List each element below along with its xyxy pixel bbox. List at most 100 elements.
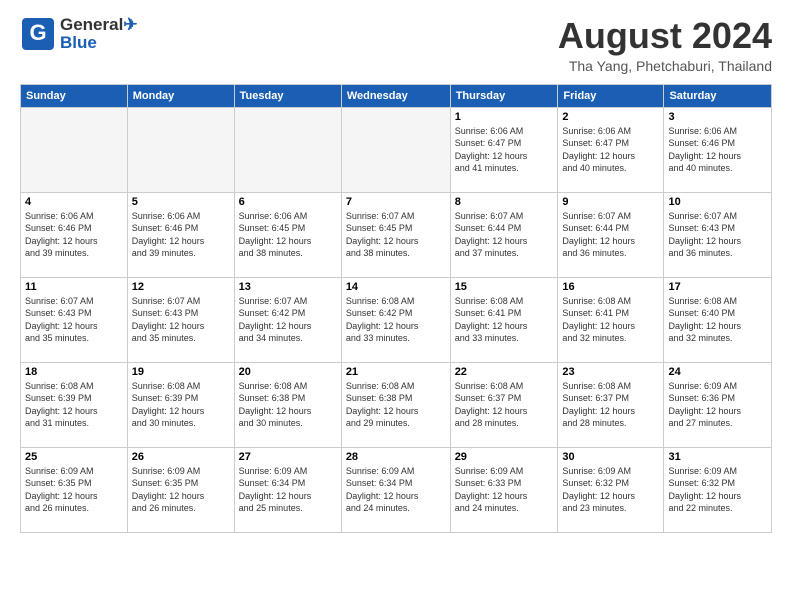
col-sunday: Sunday bbox=[21, 84, 128, 107]
logo-icon: G bbox=[20, 16, 56, 52]
day-info: Sunrise: 6:07 AM Sunset: 6:44 PM Dayligh… bbox=[455, 210, 554, 260]
calendar-cell bbox=[127, 107, 234, 192]
day-info: Sunrise: 6:06 AM Sunset: 6:46 PM Dayligh… bbox=[132, 210, 230, 260]
day-number: 13 bbox=[239, 281, 337, 293]
day-info: Sunrise: 6:08 AM Sunset: 6:42 PM Dayligh… bbox=[346, 295, 446, 345]
day-number: 1 bbox=[455, 111, 554, 123]
month-title: August 2024 bbox=[558, 16, 772, 56]
day-number: 5 bbox=[132, 196, 230, 208]
col-saturday: Saturday bbox=[664, 84, 772, 107]
calendar-cell: 26Sunrise: 6:09 AM Sunset: 6:35 PM Dayli… bbox=[127, 447, 234, 532]
day-info: Sunrise: 6:07 AM Sunset: 6:43 PM Dayligh… bbox=[132, 295, 230, 345]
calendar-cell: 3 Sunrise: 6:06 AM Sunset: 6:46 PM Daylig… bbox=[664, 107, 772, 192]
calendar-cell: 14Sunrise: 6:08 AM Sunset: 6:42 PM Dayli… bbox=[341, 277, 450, 362]
day-number: 21 bbox=[346, 366, 446, 378]
col-monday: Monday bbox=[127, 84, 234, 107]
day-number: 11 bbox=[25, 281, 123, 293]
calendar-cell: 4Sunrise: 6:06 AM Sunset: 6:46 PM Daylig… bbox=[21, 192, 128, 277]
day-info: Sunrise: 6:09 AM Sunset: 6:34 PM Dayligh… bbox=[346, 465, 446, 515]
day-number: 29 bbox=[455, 451, 554, 463]
day-number: 10 bbox=[668, 196, 767, 208]
day-number: 24 bbox=[668, 366, 767, 378]
day-info: Sunrise: 6:08 AM Sunset: 6:40 PM Dayligh… bbox=[668, 295, 767, 345]
day-number: 16 bbox=[562, 281, 659, 293]
calendar-table: Sunday Monday Tuesday Wednesday Thursday… bbox=[20, 84, 772, 533]
logo-general: General bbox=[60, 15, 123, 34]
day-info: Sunrise: 6:08 AM Sunset: 6:41 PM Dayligh… bbox=[562, 295, 659, 345]
calendar-cell: 27 Sunrise: 6:09 AM Sunset: 6:34 PM Dayli… bbox=[234, 447, 341, 532]
day-number: 6 bbox=[239, 196, 337, 208]
calendar-header-row: Sunday Monday Tuesday Wednesday Thursday… bbox=[21, 84, 772, 107]
svg-text:G: G bbox=[29, 20, 46, 45]
calendar-cell bbox=[341, 107, 450, 192]
day-info: Sunrise: 6:07 AM Sunset: 6:45 PM Dayligh… bbox=[346, 210, 446, 260]
day-info: Sunrise: 6:08 AM Sunset: 6:38 PM Dayligh… bbox=[346, 380, 446, 430]
day-number: 12 bbox=[132, 281, 230, 293]
calendar-cell: 1Sunrise: 6:06 AM Sunset: 6:47 PM Daylig… bbox=[450, 107, 558, 192]
calendar-cell: 23 Sunrise: 6:08 AM Sunset: 6:37 PM Dayli… bbox=[558, 362, 664, 447]
day-info: Sunrise: 6:08 AM Sunset: 6:38 PM Dayligh… bbox=[239, 380, 337, 430]
day-number: 22 bbox=[455, 366, 554, 378]
calendar-cell: 21 Sunrise: 6:08 AM Sunset: 6:38 PM Dayli… bbox=[341, 362, 450, 447]
col-friday: Friday bbox=[558, 84, 664, 107]
calendar-cell: 25Sunrise: 6:09 AM Sunset: 6:35 PM Dayli… bbox=[21, 447, 128, 532]
day-number: 9 bbox=[562, 196, 659, 208]
day-info: Sunrise: 6:09 AM Sunset: 6:32 PM Dayligh… bbox=[562, 465, 659, 515]
day-number: 27 bbox=[239, 451, 337, 463]
calendar-cell bbox=[234, 107, 341, 192]
location: Tha Yang, Phetchaburi, Thailand bbox=[558, 58, 772, 74]
day-info: Sunrise: 6:07 AM Sunset: 6:42 PM Dayligh… bbox=[239, 295, 337, 345]
day-number: 7 bbox=[346, 196, 446, 208]
calendar-cell: 9 Sunrise: 6:07 AM Sunset: 6:44 PM Daylig… bbox=[558, 192, 664, 277]
day-number: 25 bbox=[25, 451, 123, 463]
day-number: 30 bbox=[562, 451, 659, 463]
day-number: 28 bbox=[346, 451, 446, 463]
page: G General✈ Blue August 2024 Tha Yang, Ph… bbox=[0, 0, 792, 612]
calendar-cell: 11 Sunrise: 6:07 AM Sunset: 6:43 PM Dayli… bbox=[21, 277, 128, 362]
day-info: Sunrise: 6:07 AM Sunset: 6:44 PM Dayligh… bbox=[562, 210, 659, 260]
day-number: 20 bbox=[239, 366, 337, 378]
calendar-cell: 15Sunrise: 6:08 AM Sunset: 6:41 PM Dayli… bbox=[450, 277, 558, 362]
calendar-cell: 31 Sunrise: 6:09 AM Sunset: 6:32 PM Dayli… bbox=[664, 447, 772, 532]
day-number: 23 bbox=[562, 366, 659, 378]
day-info: Sunrise: 6:09 AM Sunset: 6:34 PM Dayligh… bbox=[239, 465, 337, 515]
day-info: Sunrise: 6:08 AM Sunset: 6:39 PM Dayligh… bbox=[132, 380, 230, 430]
day-info: Sunrise: 6:09 AM Sunset: 6:33 PM Dayligh… bbox=[455, 465, 554, 515]
day-number: 31 bbox=[668, 451, 767, 463]
calendar-cell: 16 Sunrise: 6:08 AM Sunset: 6:41 PM Dayli… bbox=[558, 277, 664, 362]
day-info: Sunrise: 6:09 AM Sunset: 6:32 PM Dayligh… bbox=[668, 465, 767, 515]
calendar-week-row: 11 Sunrise: 6:07 AM Sunset: 6:43 PM Dayli… bbox=[21, 277, 772, 362]
day-info: Sunrise: 6:06 AM Sunset: 6:46 PM Dayligh… bbox=[25, 210, 123, 260]
day-number: 15 bbox=[455, 281, 554, 293]
day-info: Sunrise: 6:06 AM Sunset: 6:46 PM Dayligh… bbox=[668, 125, 767, 175]
calendar-cell: 19 Sunrise: 6:08 AM Sunset: 6:39 PM Dayli… bbox=[127, 362, 234, 447]
day-info: Sunrise: 6:06 AM Sunset: 6:47 PM Dayligh… bbox=[562, 125, 659, 175]
calendar-cell: 2 Sunrise: 6:06 AM Sunset: 6:47 PM Daylig… bbox=[558, 107, 664, 192]
calendar-cell: 13 Sunrise: 6:07 AM Sunset: 6:42 PM Dayli… bbox=[234, 277, 341, 362]
day-number: 26 bbox=[132, 451, 230, 463]
calendar-cell: 29 Sunrise: 6:09 AM Sunset: 6:33 PM Dayli… bbox=[450, 447, 558, 532]
calendar-week-row: 1 Sunrise: 6:06 AM Sunset: 6:47 PM Daylig… bbox=[21, 107, 772, 192]
day-info: Sunrise: 6:06 AM Sunset: 6:45 PM Dayligh… bbox=[239, 210, 337, 260]
calendar-week-row: 25Sunrise: 6:09 AM Sunset: 6:35 PM Dayli… bbox=[21, 447, 772, 532]
calendar-week-row: 18Sunrise: 6:08 AM Sunset: 6:39 PM Dayli… bbox=[21, 362, 772, 447]
calendar-cell: 28 Sunrise: 6:09 AM Sunset: 6:34 PM Dayli… bbox=[341, 447, 450, 532]
title-block: August 2024 Tha Yang, Phetchaburi, Thail… bbox=[558, 16, 772, 74]
day-info: Sunrise: 6:09 AM Sunset: 6:36 PM Dayligh… bbox=[668, 380, 767, 430]
day-number: 17 bbox=[668, 281, 767, 293]
calendar-cell bbox=[21, 107, 128, 192]
calendar-cell: 30 Sunrise: 6:09 AM Sunset: 6:32 PM Dayli… bbox=[558, 447, 664, 532]
day-number: 2 bbox=[562, 111, 659, 123]
day-info: Sunrise: 6:08 AM Sunset: 6:37 PM Dayligh… bbox=[562, 380, 659, 430]
col-wednesday: Wednesday bbox=[341, 84, 450, 107]
col-thursday: Thursday bbox=[450, 84, 558, 107]
day-number: 3 bbox=[668, 111, 767, 123]
day-info: Sunrise: 6:07 AM Sunset: 6:43 PM Dayligh… bbox=[25, 295, 123, 345]
calendar-cell: 10 Sunrise: 6:07 AM Sunset: 6:43 PM Dayli… bbox=[664, 192, 772, 277]
day-info: Sunrise: 6:07 AM Sunset: 6:43 PM Dayligh… bbox=[668, 210, 767, 260]
day-number: 19 bbox=[132, 366, 230, 378]
calendar-cell: 12 Sunrise: 6:07 AM Sunset: 6:43 PM Dayli… bbox=[127, 277, 234, 362]
logo-text: General✈ Blue bbox=[60, 16, 138, 52]
calendar-cell: 8Sunrise: 6:07 AM Sunset: 6:44 PM Daylig… bbox=[450, 192, 558, 277]
day-info: Sunrise: 6:08 AM Sunset: 6:37 PM Dayligh… bbox=[455, 380, 554, 430]
